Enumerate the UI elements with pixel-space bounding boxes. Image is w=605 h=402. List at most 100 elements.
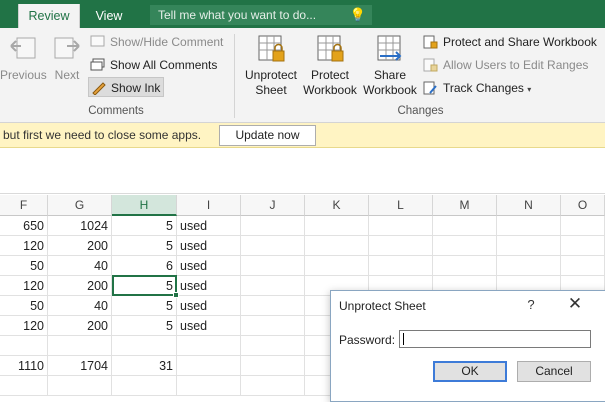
show-ink-label: Show Ink (111, 81, 161, 95)
dialog-title: Unprotect Sheet (339, 299, 426, 313)
column-header[interactable]: N (497, 195, 561, 216)
table-cell[interactable] (369, 216, 433, 236)
help-button[interactable]: ? (525, 297, 537, 312)
track-changes-button[interactable]: Track Changes ▾ (421, 78, 531, 98)
next-comment-button[interactable]: Next (48, 34, 86, 83)
tab-view[interactable]: View (84, 4, 134, 28)
share-workbook-label-2: Workbook (363, 83, 417, 97)
table-cell[interactable] (241, 356, 305, 376)
show-all-comments-button[interactable]: Show All Comments (88, 55, 217, 75)
table-cell[interactable] (561, 236, 605, 256)
table-cell[interactable]: 40 (48, 256, 112, 276)
table-cell[interactable] (433, 236, 497, 256)
table-cell[interactable] (561, 256, 605, 276)
table-cell[interactable]: 5 (112, 216, 177, 236)
table-cell[interactable] (48, 376, 112, 396)
table-cell[interactable] (241, 276, 305, 296)
table-cell[interactable] (241, 216, 305, 236)
tab-review[interactable]: Review (18, 4, 80, 28)
table-cell[interactable] (0, 376, 48, 396)
protect-workbook-button[interactable]: Protect Workbook (300, 34, 360, 98)
table-cell[interactable] (561, 216, 605, 236)
table-cell[interactable]: used (177, 316, 241, 336)
table-cell[interactable] (497, 256, 561, 276)
allow-users-edit-ranges-button[interactable]: Allow Users to Edit Ranges (421, 55, 588, 75)
table-cell[interactable] (112, 376, 177, 396)
table-cell[interactable]: 120 (0, 236, 48, 256)
table-cell[interactable]: 1024 (48, 216, 112, 236)
table-cell[interactable]: 5 (112, 236, 177, 256)
table-cell[interactable] (177, 376, 241, 396)
table-cell[interactable] (241, 316, 305, 336)
table-cell[interactable] (241, 336, 305, 356)
cancel-button[interactable]: Cancel (517, 361, 591, 382)
table-cell[interactable]: 6 (112, 256, 177, 276)
table-cell[interactable] (0, 336, 48, 356)
column-header[interactable]: I (177, 195, 241, 216)
table-cell[interactable]: used (177, 256, 241, 276)
table-cell[interactable] (305, 236, 369, 256)
table-cell[interactable]: 50 (0, 256, 48, 276)
table-cell[interactable] (305, 256, 369, 276)
table-cell[interactable]: 1704 (48, 356, 112, 376)
table-cell[interactable] (241, 296, 305, 316)
close-icon[interactable]: ✕ (565, 294, 585, 314)
column-header[interactable]: H (112, 195, 177, 216)
table-cell[interactable]: 31 (112, 356, 177, 376)
show-hide-comment-button[interactable]: Show/Hide Comment (88, 32, 223, 52)
fill-handle[interactable] (173, 292, 179, 298)
table-cell[interactable]: 1110 (0, 356, 48, 376)
column-header[interactable]: L (369, 195, 433, 216)
tell-me-placeholder: Tell me what you want to do... (158, 8, 317, 22)
show-ink-button[interactable]: Show Ink (88, 77, 164, 97)
column-header[interactable]: F (0, 195, 48, 216)
table-cell[interactable]: 200 (48, 276, 112, 296)
update-now-button[interactable]: Update now (219, 125, 316, 146)
table-cell[interactable]: 120 (0, 316, 48, 336)
table-cell[interactable] (497, 236, 561, 256)
table-cell[interactable]: used (177, 236, 241, 256)
protect-share-workbook-button[interactable]: Protect and Share Workbook (421, 32, 597, 52)
ribbon-review: Previous Next Show/Hide Comment Show All… (0, 28, 605, 123)
table-cell[interactable]: 200 (48, 236, 112, 256)
table-cell[interactable]: used (177, 216, 241, 236)
allow-users-icon (423, 58, 438, 72)
column-header[interactable]: K (305, 195, 369, 216)
table-cell[interactable] (112, 336, 177, 356)
table-cell[interactable] (241, 256, 305, 276)
column-header[interactable]: O (561, 195, 605, 216)
ok-button[interactable]: OK (433, 361, 507, 382)
table-cell[interactable]: 50 (0, 296, 48, 316)
table-cell[interactable] (433, 256, 497, 276)
unprotect-sheet-button[interactable]: Unprotect Sheet (240, 34, 302, 98)
password-input[interactable] (399, 330, 591, 348)
table-cell[interactable]: 5 (112, 296, 177, 316)
table-cell[interactable] (48, 336, 112, 356)
table-cell[interactable] (241, 376, 305, 396)
table-cell[interactable] (369, 236, 433, 256)
table-cell[interactable]: used (177, 276, 241, 296)
unprotect-label-1: Unprotect (244, 68, 298, 82)
table-cell[interactable]: 650 (0, 216, 48, 236)
table-cell[interactable] (177, 336, 241, 356)
table-cell[interactable]: 200 (48, 316, 112, 336)
track-changes-label: Track Changes (443, 81, 524, 95)
column-header[interactable]: G (48, 195, 112, 216)
table-cell[interactable] (369, 256, 433, 276)
table-cell[interactable]: 40 (48, 296, 112, 316)
table-cell[interactable]: 120 (0, 276, 48, 296)
table-cell[interactable] (497, 216, 561, 236)
table-cell[interactable] (241, 236, 305, 256)
previous-comment-button[interactable]: Previous (0, 34, 47, 83)
show-all-label: Show All Comments (110, 58, 218, 72)
table-cell[interactable] (177, 356, 241, 376)
table-cell[interactable] (433, 216, 497, 236)
tell-me-search[interactable]: Tell me what you want to do... 💡 (150, 5, 372, 25)
share-workbook-button[interactable]: Share Workbook (360, 34, 420, 98)
table-cell[interactable]: used (177, 296, 241, 316)
ribbon-tab-bar: Review View Tell me what you want to do.… (0, 0, 605, 28)
column-header[interactable]: M (433, 195, 497, 216)
table-cell[interactable] (305, 216, 369, 236)
table-cell[interactable]: 5 (112, 316, 177, 336)
column-header[interactable]: J (241, 195, 305, 216)
